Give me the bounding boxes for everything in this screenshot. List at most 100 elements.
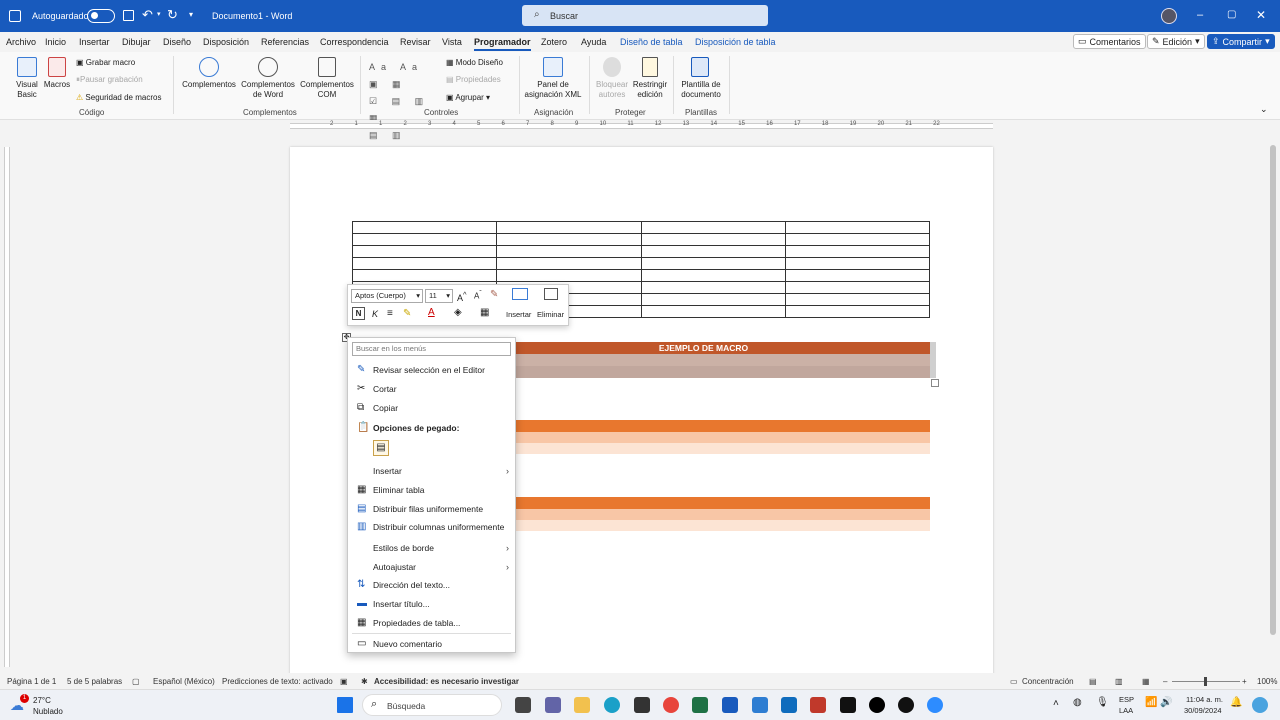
clock-date[interactable]: 30/09/2024 xyxy=(1184,706,1222,715)
editing-mode-button[interactable]: ✎ Edición ▾ xyxy=(1147,34,1205,49)
clock-time[interactable]: 11:04 a. m. xyxy=(1186,695,1223,704)
grow-font-icon[interactable]: A^ xyxy=(457,290,467,303)
microphone-icon[interactable]: 🎙 xyxy=(1096,697,1109,708)
tab-correspondencia[interactable]: Correspondencia xyxy=(320,37,389,47)
insert-table-icon[interactable] xyxy=(512,288,528,300)
read-mode-icon[interactable]: ▤ xyxy=(1089,677,1097,686)
zoom-in-icon[interactable]: + xyxy=(1242,677,1247,686)
tab-vista[interactable]: Vista xyxy=(442,37,462,47)
group-button[interactable]: ▣ Agrupar ▾ xyxy=(446,93,490,103)
vertical-ruler[interactable] xyxy=(4,147,10,667)
macro-record-icon[interactable]: ▣ xyxy=(340,677,348,686)
search-box[interactable]: ⌕ Buscar xyxy=(522,5,768,26)
task-view-icon[interactable] xyxy=(515,697,531,713)
menu-search-input[interactable]: Buscar en los menús xyxy=(352,342,511,356)
file-explorer-icon[interactable] xyxy=(574,697,590,713)
undo-dropdown-icon[interactable]: ▾ xyxy=(157,10,161,18)
save-icon[interactable] xyxy=(123,10,134,21)
menu-item-table-properties[interactable]: ▦ Propiedades de tabla... xyxy=(348,614,515,632)
print-layout-icon[interactable]: ▥ xyxy=(1115,677,1123,686)
tab-diseno-de-tabla[interactable]: Diseño de tabla xyxy=(620,37,683,47)
vertical-scrollbar[interactable] xyxy=(1270,145,1276,635)
visual-basic-button[interactable]: Visual Basic xyxy=(12,80,42,100)
menu-item-distribute-rows[interactable]: ▤ Distribuir filas uniformemente xyxy=(348,500,515,518)
zoom-out-icon[interactable]: – xyxy=(1163,677,1167,686)
font-size-select[interactable]: 11 ▾ xyxy=(425,289,453,303)
menu-item-new-comment[interactable]: ▭ Nuevo comentario xyxy=(348,635,515,653)
tab-archivo[interactable]: Archivo xyxy=(6,37,36,47)
network-icon[interactable]: ◍ xyxy=(1073,697,1082,708)
menu-item-insert-caption[interactable]: ▬ Insertar título... xyxy=(348,595,515,613)
outlook-icon[interactable] xyxy=(781,697,797,713)
menu-item-insert[interactable]: Insertar › xyxy=(348,462,515,480)
minimize-icon[interactable]: – xyxy=(1197,9,1203,21)
excel-icon[interactable] xyxy=(692,697,708,713)
menu-item-text-direction[interactable]: ⇅ Dirección del texto... xyxy=(348,576,515,594)
tab-dibujar[interactable]: Dibujar xyxy=(122,37,151,47)
menu-item-distribute-columns[interactable]: ▥ Distribuir columnas uniformemente xyxy=(348,518,515,536)
italic-button[interactable]: K xyxy=(372,309,378,319)
font-color-icon[interactable]: A xyxy=(428,307,435,318)
shading-icon[interactable]: ◈ xyxy=(454,307,462,318)
tiktok-icon[interactable] xyxy=(869,697,885,713)
controls-gallery-icon[interactable]: Aa Aa ▣ ▦ ☑ ▤ ▥ ▦ ▤ ▥ xyxy=(369,59,435,140)
security-icon[interactable] xyxy=(752,697,768,713)
bold-button[interactable]: N xyxy=(352,307,365,320)
maximize-icon[interactable]: ▢ xyxy=(1227,9,1236,20)
word-add-ins-button[interactable]: Complementos de Word xyxy=(238,80,298,100)
tab-disposicion[interactable]: Disposición xyxy=(203,37,249,47)
tab-inicio[interactable]: Inicio xyxy=(45,37,66,47)
redo-icon[interactable]: ↻ xyxy=(167,7,178,23)
volume-icon[interactable]: 🔊 xyxy=(1160,697,1172,708)
focus-mode-button[interactable]: Concentración xyxy=(1022,677,1074,686)
page-count[interactable]: Página 1 de 1 xyxy=(7,677,56,686)
paste-keep-source-button[interactable]: ▤ xyxy=(373,440,389,456)
pdf-reader-icon[interactable] xyxy=(810,697,826,713)
language[interactable]: Español (México) xyxy=(153,677,215,686)
undo-icon[interactable]: ↶ xyxy=(142,7,153,23)
share-button[interactable]: ⇪ Compartir ▾ xyxy=(1207,34,1275,49)
tab-referencias[interactable]: Referencias xyxy=(261,37,309,47)
language-indicator-top[interactable]: ESP xyxy=(1119,695,1134,704)
web-layout-icon[interactable]: ▦ xyxy=(1142,677,1150,686)
menu-item-cut[interactable]: ✂ Cortar xyxy=(348,380,515,398)
highlight-icon[interactable]: ✎ xyxy=(403,308,411,319)
com-add-ins-button[interactable]: Complementos COM xyxy=(297,80,357,100)
menu-item-autofit[interactable]: Autoajustar › xyxy=(348,558,515,576)
add-ins-button[interactable]: Complementos xyxy=(179,80,239,90)
capcut-icon[interactable] xyxy=(840,697,856,713)
customize-qat-icon[interactable]: ▾ xyxy=(189,10,193,19)
teams-chat-icon[interactable] xyxy=(545,697,561,713)
record-macro-button[interactable]: ▣ Grabar macro xyxy=(76,58,135,68)
notifications-icon[interactable]: 🔔 xyxy=(1230,697,1242,708)
tab-diseno[interactable]: Diseño xyxy=(163,37,191,47)
delete-table-icon[interactable] xyxy=(544,288,558,300)
proofing-icon[interactable]: ▢ xyxy=(132,677,140,686)
accessibility-status[interactable]: Accesibilidad: es necesario investigar xyxy=(374,677,519,686)
xml-mapping-pane-button[interactable]: Panel de asignación XML xyxy=(522,80,584,100)
discord-icon[interactable] xyxy=(898,697,914,713)
table-resize-handle[interactable] xyxy=(931,379,939,387)
zoom-slider-thumb[interactable] xyxy=(1204,677,1207,686)
zoom-level[interactable]: 100% xyxy=(1257,677,1277,686)
menu-item-review-editor[interactable]: ✎ Revisar selección en el Editor xyxy=(348,361,515,379)
wifi-icon[interactable]: 📶 xyxy=(1145,697,1157,708)
menu-item-copy[interactable]: ⧉ Copiar xyxy=(348,399,515,417)
horizontal-ruler[interactable]: 2 1 1 2 3 4 5 6 7 8 9 10 11 12 13 14 15 16 17 18 19 20 21 22 xyxy=(0,120,1280,132)
insert-label[interactable]: Insertar xyxy=(506,310,531,319)
word-icon[interactable] xyxy=(722,697,738,713)
zoom-app-icon[interactable] xyxy=(927,697,943,713)
language-indicator-bottom[interactable]: LAA xyxy=(1119,706,1133,715)
macro-security-button[interactable]: ⚠ Seguridad de macros xyxy=(76,93,161,103)
edge-browser-icon[interactable] xyxy=(604,697,620,713)
tab-programador[interactable]: Programador xyxy=(474,37,531,51)
tab-disposicion-de-tabla[interactable]: Disposición de tabla xyxy=(695,37,776,47)
word-count[interactable]: 5 de 5 palabras xyxy=(67,677,122,686)
copilot-icon[interactable] xyxy=(1252,697,1268,713)
text-predictions[interactable]: Predicciones de texto: activado xyxy=(222,677,333,686)
word-app-icon[interactable] xyxy=(9,10,21,22)
document-template-button[interactable]: Plantilla de documento xyxy=(676,80,726,100)
store-icon[interactable] xyxy=(634,697,650,713)
zoom-slider[interactable] xyxy=(1172,677,1240,686)
chrome-icon[interactable] xyxy=(663,697,679,713)
